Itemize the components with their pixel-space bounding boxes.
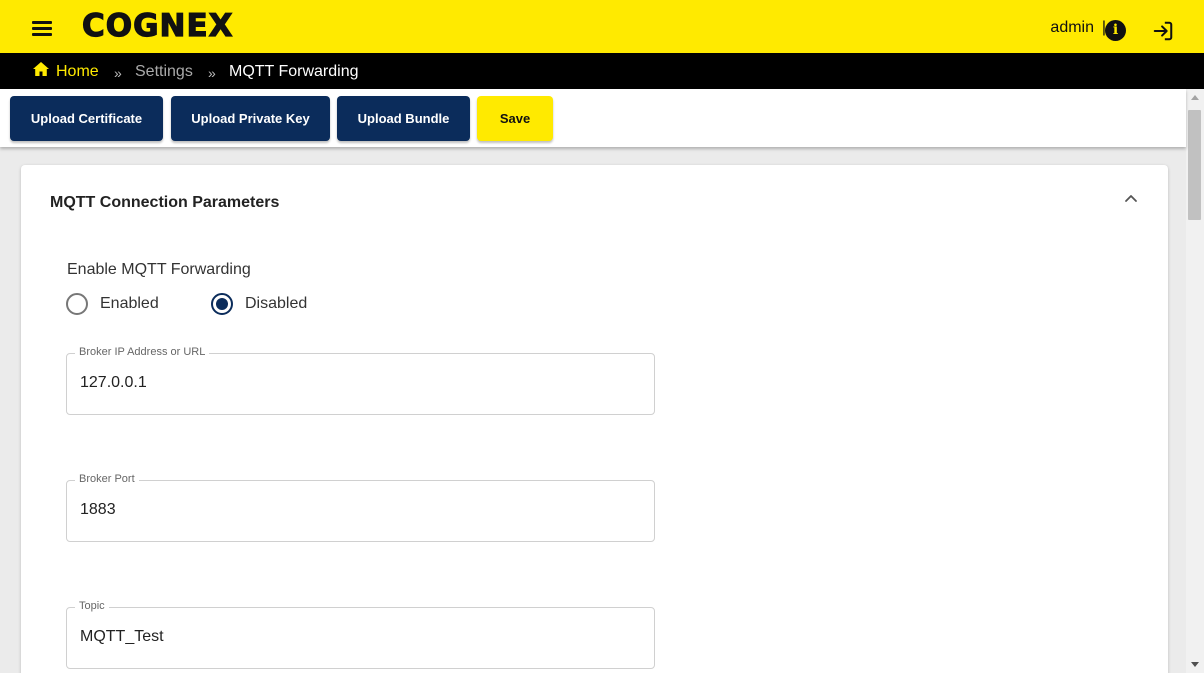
page-scrollbar[interactable] bbox=[1186, 89, 1204, 673]
breadcrumb-settings[interactable]: Settings bbox=[135, 63, 193, 81]
top-header: COGNEX admin | i bbox=[0, 0, 1204, 53]
broker-address-field: Broker IP Address or URL bbox=[66, 346, 655, 415]
upload-bundle-button[interactable]: Upload Bundle bbox=[337, 96, 470, 141]
scroll-down-arrow-icon[interactable] bbox=[1191, 662, 1199, 667]
broker-port-field: Broker Port bbox=[66, 473, 655, 542]
broker-port-input[interactable] bbox=[80, 501, 640, 519]
breadcrumb: Home » Settings » MQTT Forwarding bbox=[0, 53, 1204, 89]
mqtt-connection-panel: MQTT Connection Parameters Enable MQTT F… bbox=[21, 165, 1168, 673]
radio-disabled[interactable]: Disabled bbox=[211, 292, 331, 316]
home-icon[interactable] bbox=[33, 62, 49, 76]
chevron-up-icon[interactable] bbox=[1124, 193, 1138, 203]
radio-enabled[interactable]: Enabled bbox=[66, 292, 186, 316]
panel-title: MQTT Connection Parameters bbox=[50, 194, 280, 211]
action-toolbar: Upload Certificate Upload Private Key Up… bbox=[0, 89, 1186, 147]
menu-icon[interactable] bbox=[32, 20, 52, 36]
username: admin bbox=[1050, 19, 1094, 36]
topic-field: Topic bbox=[66, 600, 655, 669]
logout-icon[interactable] bbox=[1152, 20, 1174, 42]
scrollbar-thumb[interactable] bbox=[1188, 110, 1201, 220]
save-button[interactable]: Save bbox=[477, 96, 553, 141]
radio-circle[interactable] bbox=[211, 293, 233, 315]
field-label: Broker Port bbox=[75, 473, 139, 485]
breadcrumb-separator: » bbox=[208, 65, 216, 81]
upload-certificate-button[interactable]: Upload Certificate bbox=[10, 96, 163, 141]
radio-circle[interactable] bbox=[66, 293, 88, 315]
breadcrumb-separator: » bbox=[114, 65, 122, 81]
radio-label: Enabled bbox=[100, 295, 159, 312]
scroll-up-arrow-icon[interactable] bbox=[1191, 95, 1199, 100]
broker-address-input[interactable] bbox=[80, 374, 640, 392]
upload-private-key-button[interactable]: Upload Private Key bbox=[171, 96, 330, 141]
breadcrumb-current: MQTT Forwarding bbox=[229, 63, 359, 80]
info-icon[interactable]: i bbox=[1105, 20, 1126, 41]
cognex-logo: COGNEX bbox=[81, 7, 234, 44]
enable-mqtt-label: Enable MQTT Forwarding bbox=[67, 261, 251, 278]
field-label: Topic bbox=[75, 600, 109, 612]
radio-label: Disabled bbox=[245, 295, 308, 312]
topic-input[interactable] bbox=[80, 628, 640, 646]
breadcrumb-home[interactable]: Home bbox=[56, 63, 99, 81]
field-label: Broker IP Address or URL bbox=[75, 346, 210, 358]
